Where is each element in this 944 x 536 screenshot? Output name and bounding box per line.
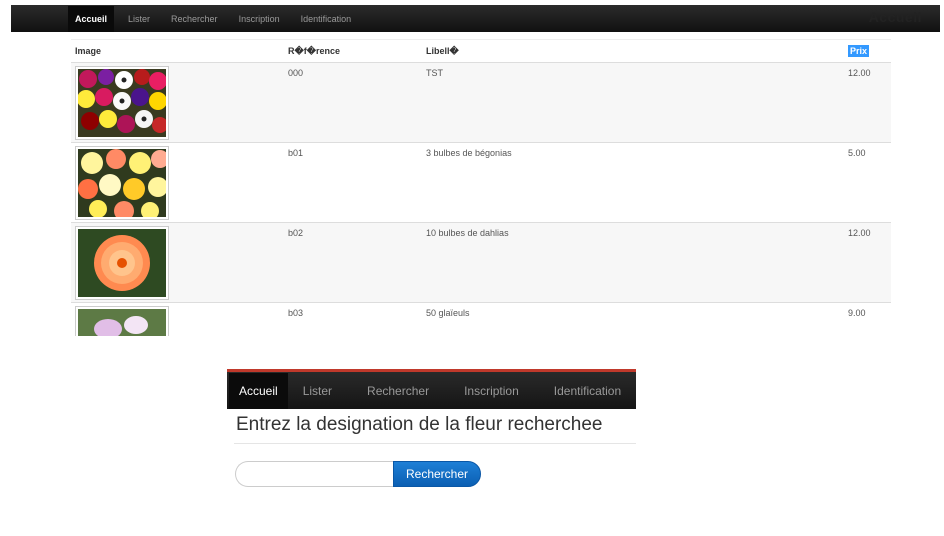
search-button[interactable]: Rechercher bbox=[393, 461, 481, 487]
product-reference: 000 bbox=[284, 62, 422, 143]
product-prix: 12.00 bbox=[844, 222, 891, 303]
top-navbar: Accueil Lister Rechercher Inscription Id… bbox=[11, 5, 940, 32]
product-reference: b02 bbox=[284, 222, 422, 303]
search-nav-item-lister[interactable]: Lister bbox=[303, 384, 332, 398]
table-row: b02 10 bulbes de dahlias 12.00 bbox=[71, 222, 891, 303]
table-row: b03 50 glaïeuls 9.00 bbox=[71, 302, 891, 336]
product-prix: 9.00 bbox=[844, 302, 891, 336]
nav-item-accueil[interactable]: Accueil bbox=[68, 5, 115, 32]
product-prix: 12.00 bbox=[844, 62, 891, 143]
search-nav-menu: Accueil Lister Rechercher Inscription Id… bbox=[227, 372, 636, 409]
product-libelle: 3 bulbes de bégonias bbox=[422, 142, 844, 223]
search-nav-item-accueil[interactable]: Accueil bbox=[229, 372, 288, 409]
products-table-container: Image R�f�rence Libell� Prix 000 TST 12.… bbox=[71, 39, 891, 336]
product-reference: b01 bbox=[284, 142, 422, 223]
search-nav-item-identification[interactable]: Identification bbox=[554, 384, 621, 398]
product-libelle: TST bbox=[422, 62, 844, 143]
product-libelle: 50 glaïeuls bbox=[422, 302, 844, 336]
search-nav-item-inscription[interactable]: Inscription bbox=[464, 384, 519, 398]
pansies-photo bbox=[75, 66, 169, 140]
column-header-image: Image bbox=[71, 39, 284, 63]
product-image-cell bbox=[71, 222, 284, 303]
product-image-cell bbox=[71, 302, 284, 336]
nav-item-identification[interactable]: Identification bbox=[301, 14, 352, 24]
top-nav-menu: Accueil Lister Rechercher Inscription Id… bbox=[68, 5, 372, 32]
nav-item-rechercher[interactable]: Rechercher bbox=[171, 14, 218, 24]
product-image-cell bbox=[71, 62, 284, 143]
products-table: Image R�f�rence Libell� Prix 000 TST 12.… bbox=[71, 39, 891, 336]
search-navbar: Accueil Lister Rechercher Inscription Id… bbox=[227, 369, 636, 409]
gladiolus-photo bbox=[75, 306, 169, 336]
table-row: b01 3 bulbes de bégonias 5.00 bbox=[71, 142, 891, 223]
nav-item-inscription[interactable]: Inscription bbox=[239, 14, 280, 24]
dahlia-photo bbox=[75, 226, 169, 300]
product-image-cell bbox=[71, 142, 284, 223]
divider bbox=[234, 443, 636, 444]
product-libelle: 10 bulbes de dahlias bbox=[422, 222, 844, 303]
begonias-photo bbox=[75, 146, 169, 220]
column-header-libelle: Libell� bbox=[422, 39, 844, 63]
brand-title[interactable]: Accueil bbox=[869, 9, 922, 25]
search-input[interactable] bbox=[235, 461, 393, 487]
search-title: Entrez la designation de la fleur recher… bbox=[236, 414, 603, 435]
nav-item-lister[interactable]: Lister bbox=[128, 14, 150, 24]
product-reference: b03 bbox=[284, 302, 422, 336]
table-header-row: Image R�f�rence Libell� Prix bbox=[71, 39, 891, 63]
column-header-prix: Prix bbox=[844, 39, 891, 63]
column-header-reference: R�f�rence bbox=[284, 39, 422, 63]
product-prix: 5.00 bbox=[844, 142, 891, 223]
search-nav-item-rechercher[interactable]: Rechercher bbox=[367, 384, 429, 398]
prix-header-label: Prix bbox=[848, 45, 870, 57]
table-row: 000 TST 12.00 bbox=[71, 62, 891, 143]
